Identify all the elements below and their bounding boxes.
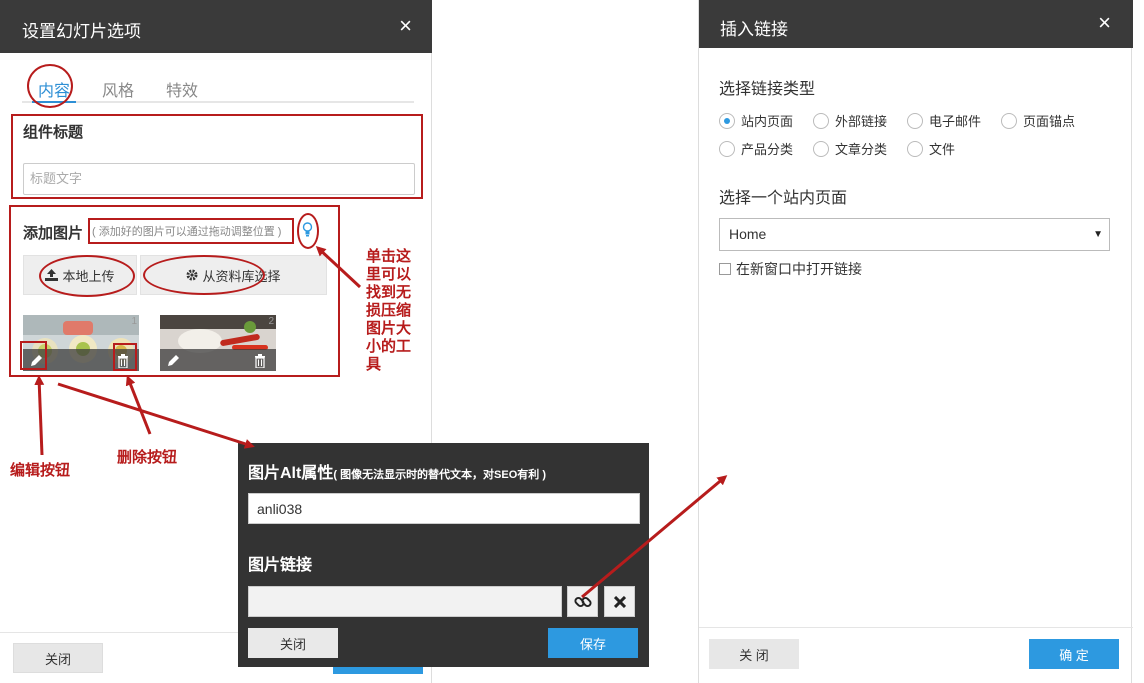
radio-dot	[813, 140, 829, 157]
new-window-checkbox[interactable]: 在新窗口中打开链接	[719, 259, 862, 279]
radio-article-category[interactable]: 文章分类	[813, 139, 887, 158]
x-mark-icon	[613, 595, 626, 608]
annotation-edit-note: 编辑按钮	[10, 462, 71, 479]
link-type-label: 选择链接类型	[719, 81, 816, 98]
page-select-value: Home	[729, 226, 767, 242]
tab-effects[interactable]: 特效	[166, 77, 198, 101]
radio-label: 产品分类	[741, 142, 794, 157]
radio-external-link[interactable]: 外部链接	[813, 111, 887, 130]
radio-file[interactable]: 文件	[907, 139, 955, 158]
alt-label: 图片Alt属性( 图像无法显示时的替代文本，对SEO有利 )	[248, 459, 546, 483]
image-link-label: 图片链接	[248, 557, 313, 574]
radio-email[interactable]: 电子邮件	[907, 111, 981, 130]
ok-button[interactable]: 确 定	[1029, 639, 1119, 669]
tab-style[interactable]: 风格	[102, 77, 134, 101]
image-link-input[interactable]	[248, 586, 562, 617]
tab-bar: 内容 风格 特效	[22, 65, 414, 103]
annotation-circle-tab	[27, 64, 73, 108]
insert-link-button[interactable]	[567, 586, 598, 617]
annotation-box-hint	[88, 218, 294, 244]
footer-divider	[699, 627, 1133, 628]
radio-product-category[interactable]: 产品分类	[719, 139, 793, 158]
radio-page-anchor[interactable]: 页面锚点	[1001, 111, 1075, 130]
alt-input[interactable]: anli038	[248, 493, 640, 524]
caret-down-icon: ▼	[1093, 229, 1103, 240]
new-window-label: 在新窗口中打开链接	[736, 261, 862, 277]
radio-label: 文件	[929, 142, 956, 157]
close-icon[interactable]: ×	[399, 15, 412, 37]
confirm-button-partial[interactable]	[333, 666, 423, 674]
radio-dot	[719, 112, 735, 129]
radio-internal-page[interactable]: 站内页面	[719, 111, 793, 130]
dialog-title: 插入链接	[720, 20, 788, 39]
chain-link-icon	[573, 596, 592, 607]
alt-note: ( 图像无法显示时的替代文本，对SEO有利 )	[333, 469, 547, 481]
close-button[interactable]: 关闭	[13, 643, 103, 673]
radio-dot	[907, 112, 923, 129]
radio-dot	[813, 112, 829, 129]
page-select[interactable]: Home ▼	[719, 218, 1110, 251]
annotation-box-delete	[113, 343, 137, 371]
dialog-title: 设置幻灯片选项	[22, 22, 141, 41]
popup-close-button[interactable]: 关闭	[248, 628, 338, 658]
annotation-tool-tip: 单击这里可以找到无损压缩图片大小的工具	[366, 248, 412, 373]
annotation-circle-library	[143, 255, 265, 295]
radio-dot	[1001, 112, 1017, 129]
radio-label: 电子邮件	[929, 114, 982, 129]
radio-label: 页面锚点	[1023, 114, 1076, 129]
close-button[interactable]: 关 闭	[709, 639, 799, 669]
annotation-box-title	[11, 114, 423, 199]
clear-link-button[interactable]	[604, 586, 635, 617]
radio-label: 站内页面	[741, 114, 794, 129]
dialog-header: 插入链接 ×	[699, 0, 1133, 48]
image-properties-popup: 图片Alt属性( 图像无法显示时的替代文本，对SEO有利 ) anli038 图…	[238, 443, 649, 667]
close-icon[interactable]: ×	[1098, 12, 1111, 34]
popup-save-button[interactable]: 保存	[548, 628, 638, 658]
dialog-header: 设置幻灯片选项 ×	[0, 0, 432, 53]
checkbox-box	[719, 263, 731, 275]
annotation-box-edit	[20, 341, 47, 370]
radio-dot	[907, 140, 923, 157]
annotation-delete-note: 删除按钮	[117, 449, 178, 466]
radio-label: 文章分类	[835, 142, 888, 157]
page-select-label: 选择一个站内页面	[719, 190, 848, 207]
radio-label: 外部链接	[835, 114, 888, 129]
annotation-circle-upload	[39, 255, 135, 297]
annotation-circle-bulb	[297, 213, 319, 249]
insert-link-dialog: 插入链接 × 选择链接类型 站内页面 外部链接 电子邮件 页面锚点 产品分类 文…	[698, 0, 1133, 683]
radio-dot	[719, 140, 735, 157]
alt-label-text: 图片Alt属性	[248, 465, 334, 482]
